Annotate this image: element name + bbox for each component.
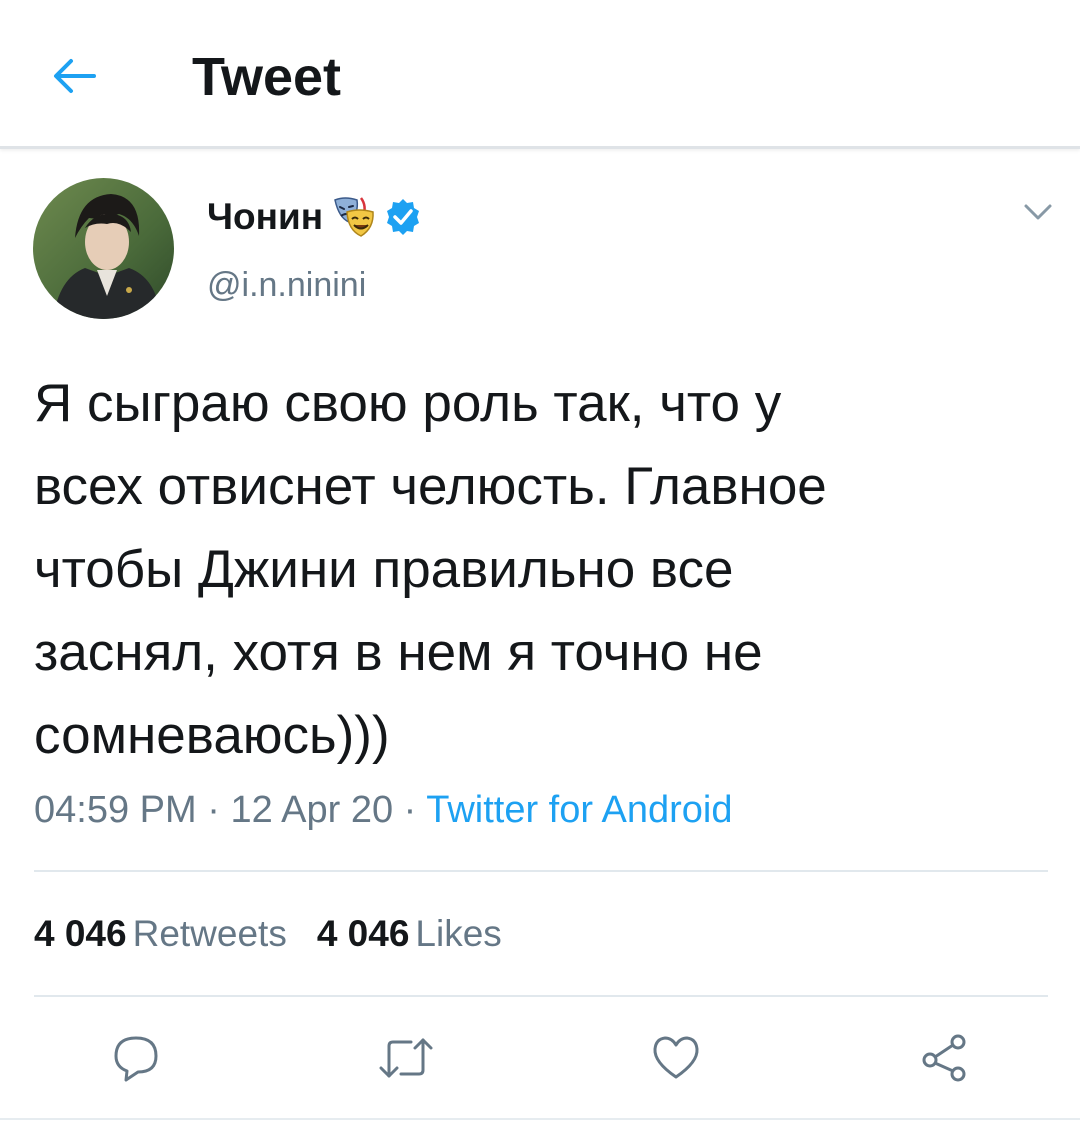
retweets-count: 4 046 — [34, 913, 127, 954]
action-bar — [0, 1028, 1080, 1088]
tweet-menu-button[interactable] — [1018, 196, 1058, 228]
likes-label: Likes — [415, 913, 502, 954]
likes-stat[interactable]: 4 046 Likes — [317, 910, 502, 958]
back-button[interactable] — [44, 46, 104, 106]
tweet-stats: 4 046 Retweets 4 046 Likes — [34, 910, 532, 958]
avatar[interactable] — [33, 178, 174, 319]
author-name[interactable]: Чонин — [207, 196, 323, 238]
meta-separator: · — [393, 789, 427, 831]
like-icon — [653, 1036, 699, 1079]
author-handle[interactable]: @i.n.ninini — [207, 266, 366, 305]
top-bar: Tweet — [0, 0, 1080, 149]
divider — [34, 870, 1048, 872]
tweet-text: Я сыграю свою роль так, что у всех отвис… — [34, 374, 827, 765]
tweet-source-link[interactable]: Twitter for Android — [426, 789, 732, 831]
verified-badge-icon — [387, 199, 420, 235]
tweet-meta: 04:59 PM · 12 Apr 20 · Twitter for Andro… — [34, 786, 732, 834]
divider — [34, 995, 1048, 997]
bottom-divider — [0, 1118, 1080, 1120]
share-button[interactable] — [914, 1028, 974, 1088]
retweets-stat[interactable]: 4 046 Retweets — [34, 910, 287, 958]
performing-arts-emoji-icon — [334, 197, 374, 237]
chevron-down-icon — [1024, 204, 1052, 220]
page-title: Tweet — [192, 47, 342, 107]
meta-separator: · — [196, 789, 231, 831]
tweet-time: 04:59 PM — [34, 789, 197, 831]
retweet-button[interactable] — [376, 1028, 436, 1088]
share-icon — [922, 1034, 966, 1082]
avatar-image — [33, 178, 174, 319]
author-row: Чонин — [207, 192, 423, 242]
like-button[interactable] — [646, 1028, 706, 1088]
likes-count: 4 046 — [316, 913, 410, 954]
tweet-date: 12 Apr 20 — [230, 789, 394, 831]
reply-button[interactable] — [106, 1028, 166, 1088]
reply-icon — [114, 1036, 158, 1082]
arrow-left-icon — [54, 59, 96, 93]
retweets-label: Retweets — [132, 913, 287, 954]
retweet-icon — [379, 1038, 433, 1078]
